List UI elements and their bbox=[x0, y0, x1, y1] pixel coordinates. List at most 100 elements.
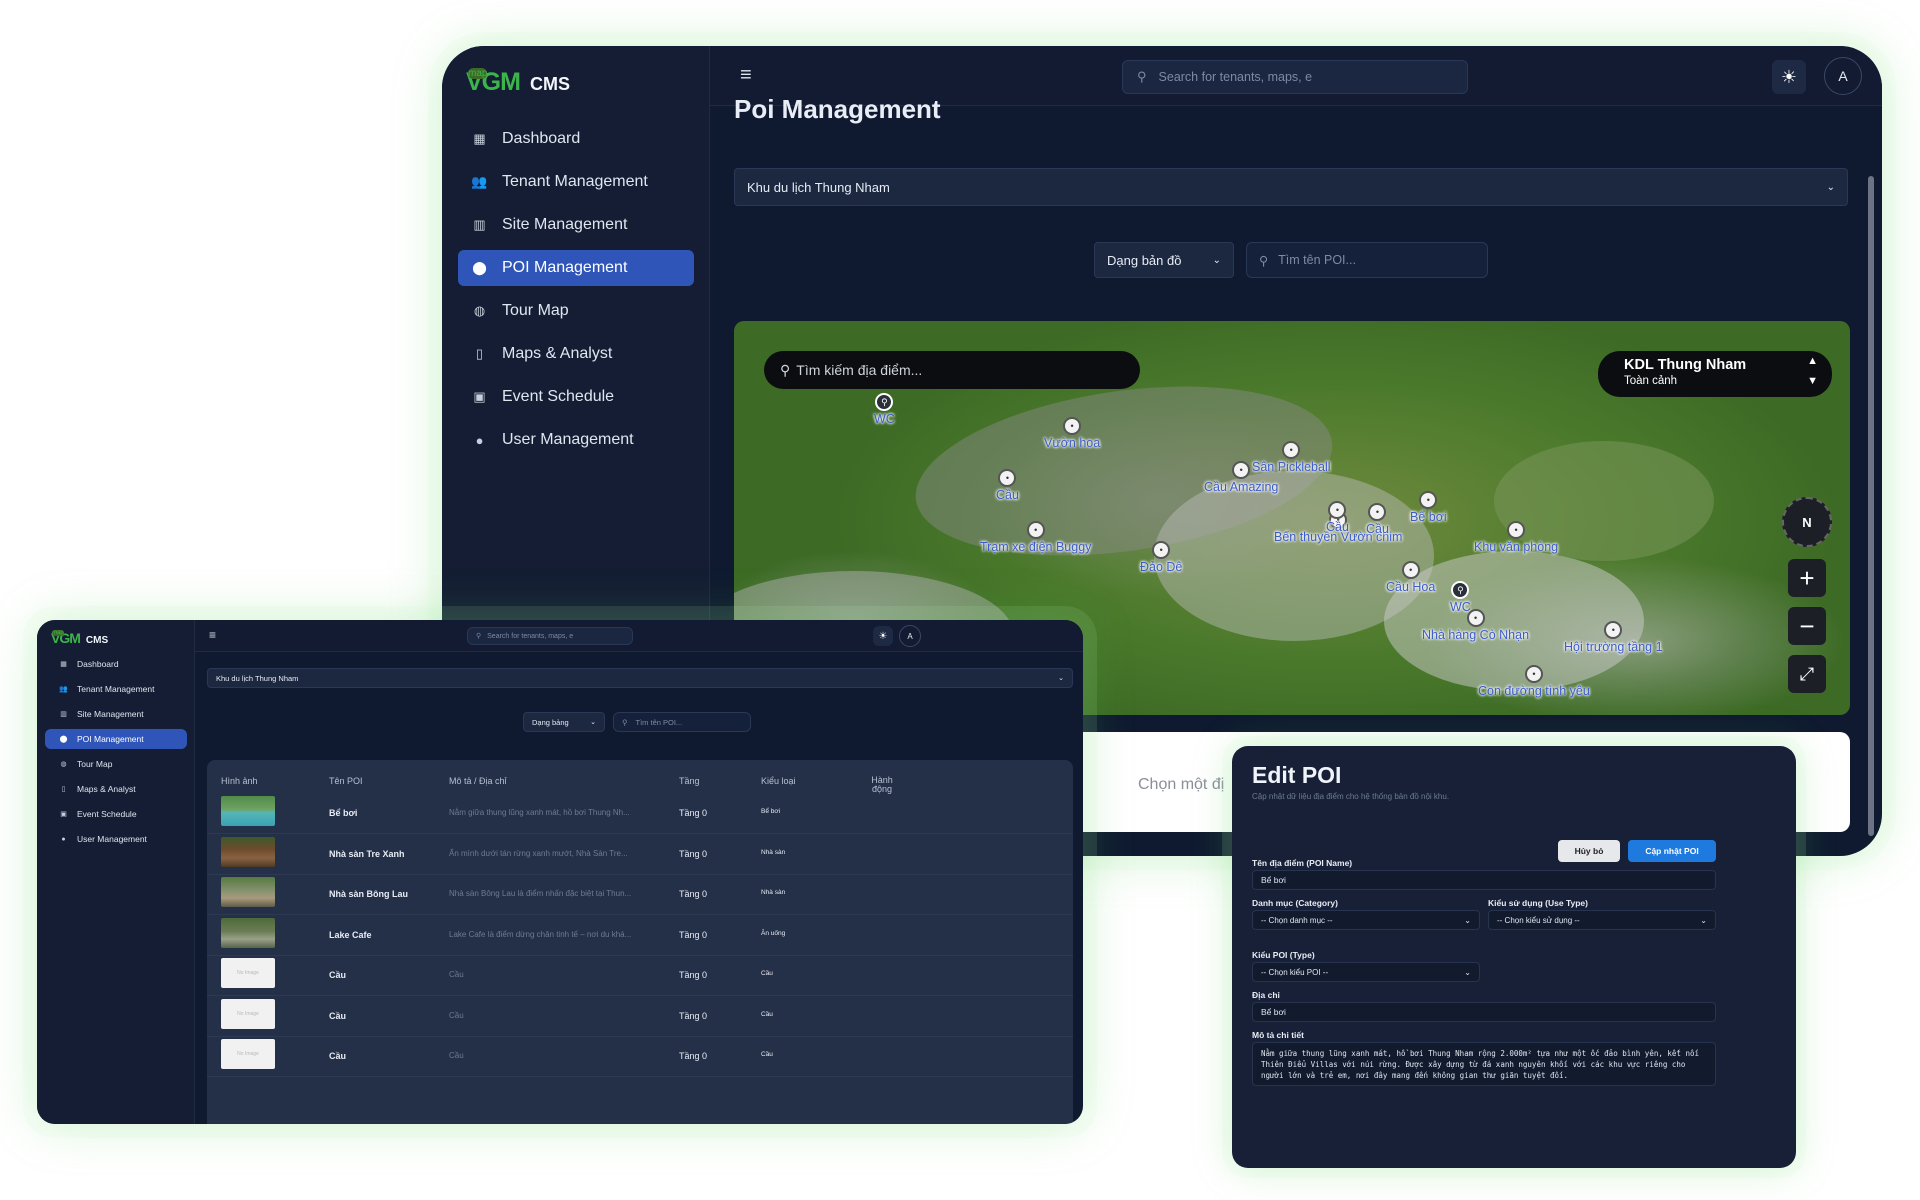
page-title: Poi Management bbox=[734, 94, 941, 124]
map-poi-label: Cầu bbox=[1326, 520, 1349, 534]
poi-thumbnail bbox=[221, 877, 275, 907]
sidebar-item-tour-map[interactable]: ◍ Tour Map bbox=[458, 293, 694, 329]
table-row[interactable]: Lake Cafe Lake Cafe là điểm dừng chân tin… bbox=[207, 916, 1073, 956]
table-row[interactable]: Bể bơi Nằm giữa thung lũng xanh mát, hồ b… bbox=[207, 794, 1073, 834]
view-mode-select[interactable]: Dạng bảng ⌄ bbox=[523, 712, 605, 732]
sidebar-item-user-management[interactable]: ● User Management bbox=[458, 422, 694, 458]
map-search[interactable]: ⚲ Tìm kiếm địa điểm... bbox=[764, 351, 1140, 389]
sidebar-item-dashboard[interactable]: ▦ Dashboard bbox=[45, 654, 187, 674]
theme-toggle-button[interactable]: ☀ bbox=[1772, 60, 1806, 94]
sidebar-item-tenant-management[interactable]: 👥 Tenant Management bbox=[45, 679, 187, 699]
sidebar-item-tenant-management[interactable]: 👥 Tenant Management bbox=[458, 164, 694, 200]
map-poi-marker[interactable]: • Khu văn phòng bbox=[1474, 521, 1558, 554]
poi-type-cell: Nhà sàn bbox=[761, 848, 786, 856]
fullscreen-icon[interactable]: ⤢ bbox=[1788, 655, 1826, 693]
site-select[interactable]: Khu du lịch Thung Nham ⌄ bbox=[734, 168, 1848, 206]
poi-name-input[interactable]: Bể bơi bbox=[1252, 870, 1716, 890]
table-row[interactable]: No Image Cầu Cầu Tầng 0 Cầu bbox=[207, 1037, 1073, 1077]
zoom-in-button[interactable]: + bbox=[1788, 559, 1826, 597]
arrow-up-icon[interactable]: ▲ bbox=[1807, 355, 1818, 367]
search-icon: ⚲ bbox=[622, 717, 628, 727]
table-row[interactable]: No Image Cầu Cầu Tầng 0 Cầu bbox=[207, 997, 1073, 1037]
sidebar-item-maps-analyst[interactable]: ▯ Maps & Analyst bbox=[458, 336, 694, 372]
map-poi-marker[interactable]: ⚲ WC bbox=[874, 393, 895, 426]
poi-thumbnail: No Image bbox=[221, 958, 275, 988]
poi-search-input[interactable]: ⚲ Tìm tên POI... bbox=[1246, 242, 1488, 278]
topbar: ≡ ⚲ Search for tenants, maps, e ☀ A bbox=[195, 620, 1083, 652]
global-search[interactable]: ⚲ Search for tenants, maps, e bbox=[467, 627, 633, 645]
arrow-down-icon[interactable]: ▼ bbox=[1807, 375, 1818, 387]
map-poi-marker[interactable]: • Con đường tình yêu bbox=[1478, 665, 1590, 698]
avatar[interactable]: A bbox=[1824, 57, 1862, 95]
map-poi-marker[interactable]: • Đảo Dê bbox=[1140, 541, 1182, 574]
update-poi-button[interactable]: Cập nhật POI bbox=[1628, 840, 1716, 862]
poi-type-select[interactable]: -- Chọn kiểu POI -- ⌄ bbox=[1252, 962, 1480, 982]
view-mode-select[interactable]: Dạng bản đồ ⌄ bbox=[1094, 242, 1234, 278]
poi-search-placeholder: Tìm tên POI... bbox=[635, 717, 683, 727]
logo: VGM map CMS bbox=[466, 68, 570, 97]
chevron-down-icon: ⌄ bbox=[1700, 915, 1707, 925]
cms-window-table: VGM map CMS ▦ Dashboard 👥 Tenant Management… bbox=[37, 620, 1083, 1124]
scrollbar[interactable] bbox=[1868, 176, 1874, 836]
sidebar-item-label: Site Management bbox=[77, 709, 144, 719]
map-poi-marker[interactable]: • Bể bơi bbox=[1410, 491, 1447, 524]
table-row[interactable]: Nhà sàn Bông Lau Nhà sàn Bông Lau là điểm… bbox=[207, 875, 1073, 915]
zoom-out-button[interactable]: − bbox=[1788, 607, 1826, 645]
usetype-label: Kiểu sử dụng (Use Type) bbox=[1488, 898, 1588, 908]
usetype-select[interactable]: -- Chọn kiểu sử dụng -- ⌄ bbox=[1488, 910, 1716, 930]
sidebar-item-user-management[interactable]: ● User Management bbox=[45, 829, 187, 849]
sidebar-item-maps-analyst[interactable]: ▯ Maps & Analyst bbox=[45, 779, 187, 799]
poi-pin-icon: • bbox=[1401, 561, 1420, 579]
poi-name-cell: Lake Cafe bbox=[329, 929, 372, 940]
area-panel[interactable]: KDL Thung Nham Toàn cảnh ▲ ▼ bbox=[1598, 351, 1832, 397]
map-poi-marker[interactable]: • Hội trường tầng 1 bbox=[1564, 621, 1663, 654]
site-select[interactable]: Khu du lịch Thung Nham ⌄ bbox=[207, 668, 1073, 688]
poi-floor-cell: Tầng 0 bbox=[679, 1051, 708, 1061]
poi-desc-cell: Nhà sàn Bông Lau là điểm nhấn đặc biệt t… bbox=[449, 889, 632, 898]
map-poi-marker[interactable]: • Cầu bbox=[1366, 503, 1389, 536]
poi-desc-cell: Lake Cafe là điểm dừng chân tinh tế – nơ… bbox=[449, 929, 632, 939]
map-poi-marker[interactable]: • Cầu bbox=[996, 469, 1019, 502]
menu-icon[interactable]: ≡ bbox=[740, 64, 752, 87]
map-poi-label: Cầu bbox=[996, 488, 1019, 502]
global-search[interactable]: ⚲ Search for tenants, maps, e bbox=[1122, 60, 1468, 94]
logo-map: map bbox=[468, 68, 488, 79]
cancel-button[interactable]: Hủy bỏ bbox=[1558, 840, 1620, 862]
sidebar-item-tour-map[interactable]: ◍ Tour Map bbox=[45, 754, 187, 774]
compass-icon[interactable]: N bbox=[1782, 497, 1832, 547]
poi-type-cell: Bể bơi bbox=[761, 808, 781, 815]
poi-pin-icon: ⚲ bbox=[875, 393, 894, 411]
category-select-value: -- Chọn danh mục -- bbox=[1261, 915, 1333, 925]
table-header-cell: Mô tả / Địa chỉ bbox=[449, 776, 507, 786]
sidebar-item-poi-management[interactable]: ⬤ POI Management bbox=[458, 250, 694, 286]
avatar[interactable]: A bbox=[899, 625, 921, 647]
address-input[interactable]: Bể bơi bbox=[1252, 1002, 1716, 1022]
menu-icon[interactable]: ≡ bbox=[209, 628, 216, 642]
sidebar-item-event-schedule[interactable]: ▣ Event Schedule bbox=[458, 379, 694, 415]
map-poi-marker[interactable]: • Vườn hoa bbox=[1044, 417, 1100, 450]
poi-pin-icon: • bbox=[1232, 461, 1251, 479]
poi-name-cell: Nhà sàn Tre Xanh bbox=[329, 848, 405, 859]
table-row[interactable]: No Image Cầu Cầu Tầng 0 Cầu bbox=[207, 956, 1073, 996]
map-poi-marker[interactable]: • Trạm xe điện Buggy bbox=[980, 521, 1091, 554]
sidebar-item-poi-management[interactable]: ⬤ POI Management bbox=[45, 729, 187, 749]
map-poi-marker[interactable]: • Cầu Hoa bbox=[1386, 561, 1435, 594]
poi-desc-cell: Nằm giữa thung lũng xanh mát, hồ bơi Thu… bbox=[449, 808, 630, 817]
map-poi-marker[interactable]: • Nhà hàng Cò Nhạn bbox=[1422, 609, 1529, 642]
building-icon: ▥ bbox=[60, 711, 67, 718]
sidebar-item-dashboard[interactable]: ▦ Dashboard bbox=[458, 121, 694, 157]
poi-search-input[interactable]: ⚲ Tìm tên POI... bbox=[613, 712, 751, 732]
poi-name-cell: Cầu bbox=[329, 1051, 347, 1061]
poi-pin-icon: • bbox=[1152, 541, 1171, 559]
sidebar-item-site-management[interactable]: ▥ Site Management bbox=[458, 207, 694, 243]
usetype-select-value: -- Chọn kiểu sử dụng -- bbox=[1497, 915, 1580, 925]
description-textarea[interactable]: Nằm giữa thung lũng xanh mát, hồ bơi Thu… bbox=[1252, 1042, 1716, 1086]
theme-toggle-button[interactable]: ☀ bbox=[873, 626, 893, 646]
map-poi-marker[interactable]: • Cầu bbox=[1326, 501, 1349, 534]
sidebar-item-label: Site Management bbox=[502, 216, 628, 233]
map-poi-marker[interactable]: • Cầu Amazing bbox=[1204, 461, 1278, 494]
sidebar-item-site-management[interactable]: ▥ Site Management bbox=[45, 704, 187, 724]
category-select[interactable]: -- Chọn danh mục -- ⌄ bbox=[1252, 910, 1480, 930]
table-row[interactable]: Nhà sàn Tre Xanh Ẩn mình dưới tán rừng xa… bbox=[207, 835, 1073, 875]
sidebar-item-event-schedule[interactable]: ▣ Event Schedule bbox=[45, 804, 187, 824]
